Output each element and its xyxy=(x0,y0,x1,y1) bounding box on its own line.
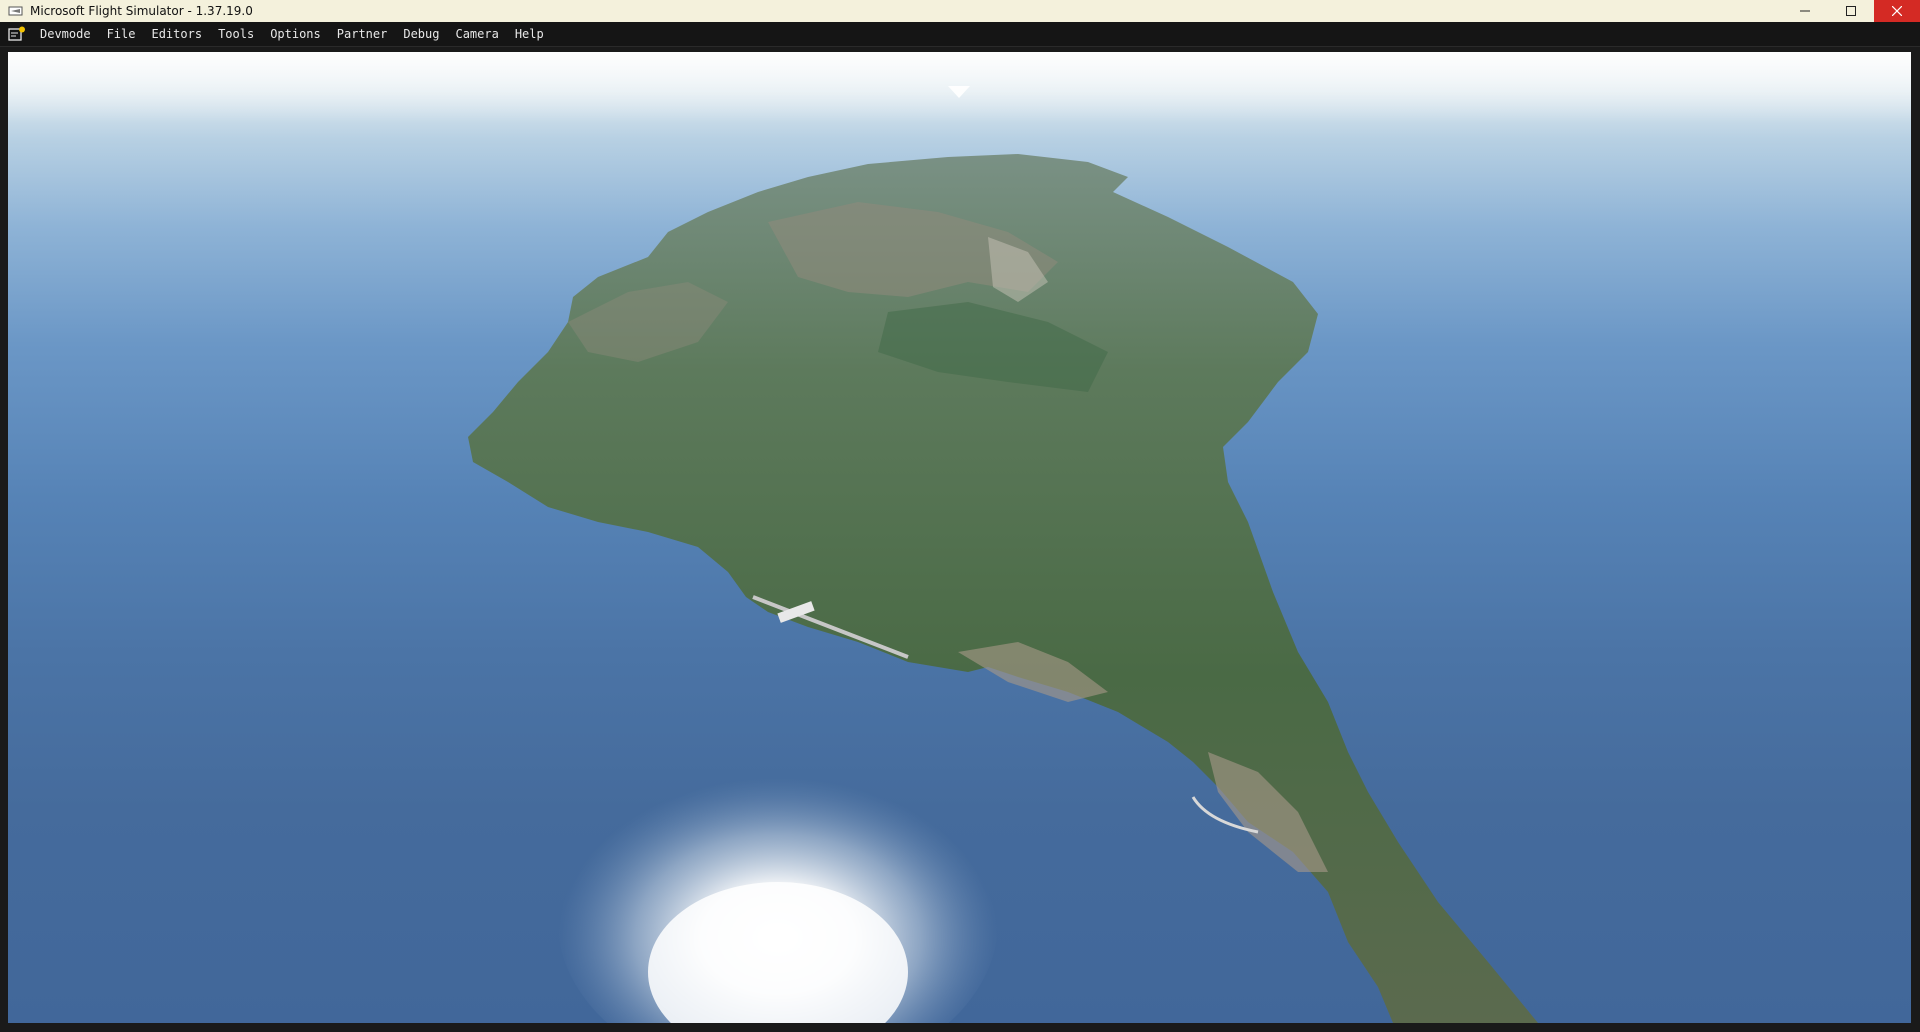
menu-bar: Devmode File Editors Tools Options Partn… xyxy=(0,22,1920,47)
menu-options[interactable]: Options xyxy=(262,22,329,46)
window-titlebar: Microsoft Flight Simulator - 1.37.19.0 xyxy=(0,0,1920,22)
menu-help[interactable]: Help xyxy=(507,22,552,46)
minimize-icon xyxy=(1800,10,1810,12)
minimize-button[interactable] xyxy=(1782,0,1828,22)
menu-tools[interactable]: Tools xyxy=(210,22,262,46)
window-title: Microsoft Flight Simulator - 1.37.19.0 xyxy=(30,4,253,18)
maximize-icon xyxy=(1846,6,1856,16)
menu-devmode[interactable]: Devmode xyxy=(32,22,99,46)
close-button[interactable] xyxy=(1874,0,1920,22)
simulator-viewport[interactable] xyxy=(8,52,1911,1023)
menu-debug[interactable]: Debug xyxy=(395,22,447,46)
maximize-button[interactable] xyxy=(1828,0,1874,22)
menu-file[interactable]: File xyxy=(99,22,144,46)
window-controls xyxy=(1782,0,1920,22)
airplane-app-icon xyxy=(8,4,24,18)
menu-partner[interactable]: Partner xyxy=(329,22,396,46)
aerial-view-island xyxy=(8,52,1911,1023)
menu-camera[interactable]: Camera xyxy=(447,22,506,46)
devmode-icon[interactable] xyxy=(8,25,26,43)
close-icon xyxy=(1892,6,1902,16)
window-bottom-border xyxy=(0,1023,1920,1032)
menu-editors[interactable]: Editors xyxy=(143,22,210,46)
